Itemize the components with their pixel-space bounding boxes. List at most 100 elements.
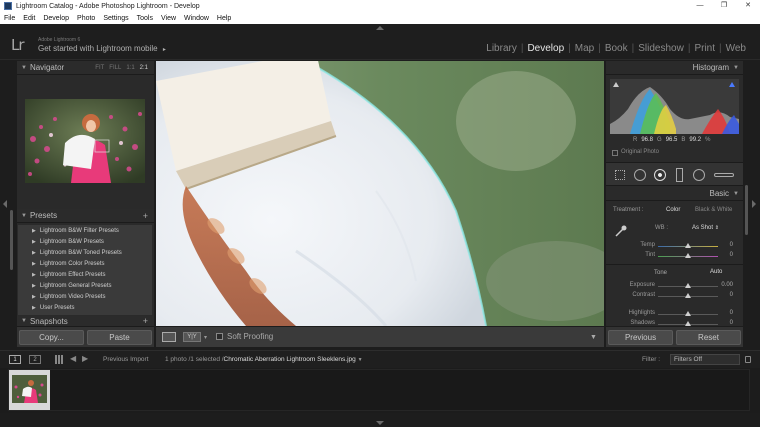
original-photo-checkbox[interactable] — [612, 150, 618, 156]
treatment-color[interactable]: Color — [666, 207, 680, 213]
soft-proofing-checkbox[interactable] — [216, 333, 223, 340]
copy-button[interactable]: Copy... — [19, 330, 84, 345]
slider-value[interactable]: 0 — [730, 292, 733, 298]
right-scrollbar[interactable] — [745, 185, 748, 235]
preset-folder[interactable]: ▶ Lightroom B&W Filter Presets — [18, 225, 152, 236]
red-eye-icon[interactable] — [654, 169, 666, 181]
module-map[interactable]: Map — [571, 43, 598, 54]
basic-header[interactable]: Basic ▼ — [606, 187, 743, 201]
toolbar-menu-icon[interactable]: ▼ — [590, 334, 597, 341]
highlight-clipping-indicator[interactable] — [729, 82, 735, 87]
menu-help[interactable]: Help — [213, 15, 235, 22]
left-panel-toggle-icon[interactable] — [3, 200, 7, 208]
module-slideshow[interactable]: Slideshow — [634, 43, 688, 54]
presets-header[interactable]: ▼ Presets + — [17, 209, 154, 223]
preset-folder[interactable]: ▶ Lightroom Color Presets — [18, 258, 152, 269]
contrast-slider[interactable]: Contrast 0 — [606, 291, 743, 301]
add-snapshot-icon[interactable]: + — [143, 316, 148, 326]
snapshots-header[interactable]: ▼ Snapshots + — [17, 316, 154, 327]
slider-value[interactable]: 0 — [730, 320, 733, 326]
highlights-slider[interactable]: Highlights 0 — [606, 309, 743, 319]
add-preset-icon[interactable]: + — [143, 211, 148, 221]
before-after-button[interactable]: Y|Y — [183, 332, 201, 342]
slider-thumb[interactable] — [685, 283, 691, 288]
preset-folder[interactable]: ▶ Lightroom B&W Toned Presets — [18, 247, 152, 258]
forward-arrow-icon[interactable]: ▶ — [82, 354, 88, 363]
primary-window-button[interactable]: 1 — [9, 355, 21, 364]
menu-settings[interactable]: Settings — [99, 15, 132, 22]
grid-view-icon[interactable] — [55, 355, 64, 364]
menu-tools[interactable]: Tools — [133, 15, 157, 22]
paste-button[interactable]: Paste — [87, 330, 152, 345]
tone-auto-button[interactable]: Auto — [710, 269, 722, 275]
reset-button[interactable]: Reset — [676, 330, 741, 345]
slider-thumb[interactable] — [685, 311, 691, 316]
menu-edit[interactable]: Edit — [19, 15, 39, 22]
module-book[interactable]: Book — [601, 43, 632, 54]
main-photo-view[interactable] — [156, 61, 604, 326]
slider-thumb[interactable] — [685, 321, 691, 326]
module-develop[interactable]: Develop — [523, 43, 568, 54]
crop-tool-icon[interactable] — [615, 170, 625, 180]
right-panel-toggle-icon[interactable] — [752, 200, 756, 208]
slider-thumb[interactable] — [685, 243, 691, 248]
minimize-button[interactable]: — — [688, 0, 712, 12]
menu-photo[interactable]: Photo — [73, 15, 99, 22]
slider-value[interactable]: 0 — [730, 242, 733, 248]
preset-folder[interactable]: ▶ User Presets — [18, 302, 152, 313]
filter-dropdown[interactable]: Filters Off — [670, 354, 740, 365]
shadows-slider[interactable]: Shadows 0 — [606, 319, 743, 326]
source-label[interactable]: Previous Import — [103, 356, 149, 363]
menu-file[interactable]: File — [0, 15, 19, 22]
wb-dropdown[interactable]: As Shot ⇕ — [692, 225, 719, 231]
filename[interactable]: Chromatic Aberration Lightroom Sleeklens… — [224, 356, 356, 363]
preset-folder[interactable]: ▶ Lightroom General Presets — [18, 280, 152, 291]
graduated-filter-icon[interactable] — [676, 168, 683, 182]
exposure-slider[interactable]: Exposure 0.00 — [606, 281, 743, 291]
zoom-fill[interactable]: FILL — [109, 65, 121, 71]
zoom-2-1[interactable]: 2:1 — [140, 65, 148, 71]
treatment-black-white[interactable]: Black & White — [695, 207, 732, 213]
close-button[interactable]: ✕ — [736, 0, 760, 12]
histogram-header[interactable]: Histogram ▼ — [606, 61, 743, 75]
module-web[interactable]: Web — [722, 43, 750, 54]
slider-thumb[interactable] — [685, 253, 691, 258]
white-balance-selector-icon[interactable] — [614, 224, 628, 238]
navigator-preview[interactable] — [25, 99, 145, 183]
secondary-window-button[interactable]: 2 — [29, 355, 41, 364]
slider-thumb[interactable] — [685, 293, 691, 298]
maximize-button[interactable]: ❐ — [712, 0, 736, 12]
module-print[interactable]: Print — [690, 43, 719, 54]
temp-slider[interactable]: Temp 0 — [606, 241, 743, 251]
zoom-1-1[interactable]: 1:1 — [126, 65, 134, 71]
loupe-view-icon[interactable] — [162, 332, 176, 342]
preset-folder[interactable]: ▶ Lightroom B&W Presets — [18, 236, 152, 247]
slider-value[interactable]: 0.00 — [721, 282, 733, 288]
radial-filter-icon[interactable] — [693, 169, 705, 181]
filename-dropdown-icon[interactable]: ▼ — [358, 357, 363, 363]
menu-window[interactable]: Window — [180, 15, 213, 22]
slider-value[interactable]: 0 — [730, 310, 733, 316]
histogram-graph[interactable] — [610, 79, 739, 134]
top-panel-toggle-icon[interactable] — [376, 26, 384, 30]
back-arrow-icon[interactable]: ◀ — [70, 354, 76, 363]
slider-value[interactable]: 0 — [730, 252, 733, 258]
menu-develop[interactable]: Develop — [39, 15, 73, 22]
tint-slider[interactable]: Tint 0 — [606, 251, 743, 261]
filter-lock-icon[interactable] — [745, 356, 751, 363]
preset-folder[interactable]: ▶ Lightroom Effect Presets — [18, 269, 152, 280]
navigator-header[interactable]: ▼ Navigator FIT FILL 1:1 2:1 — [17, 61, 154, 75]
preset-folder[interactable]: ▶ Lightroom Video Presets — [18, 291, 152, 302]
adjustment-brush-icon[interactable] — [714, 173, 734, 177]
module-library[interactable]: Library — [482, 43, 521, 54]
before-after-dropdown-icon[interactable]: ▾ — [204, 334, 207, 341]
menu-view[interactable]: View — [157, 15, 180, 22]
spot-removal-icon[interactable] — [634, 169, 646, 181]
left-scrollbar[interactable] — [10, 210, 13, 270]
filmstrip-thumbnail[interactable] — [9, 370, 50, 410]
shadow-clipping-indicator[interactable] — [613, 82, 619, 87]
mobile-promo-link[interactable]: Get started with Lightroom mobile ▸ — [38, 44, 166, 53]
zoom-fit[interactable]: FIT — [95, 65, 104, 71]
bottom-panel-toggle-icon[interactable] — [376, 421, 384, 425]
previous-button[interactable]: Previous — [608, 330, 673, 345]
